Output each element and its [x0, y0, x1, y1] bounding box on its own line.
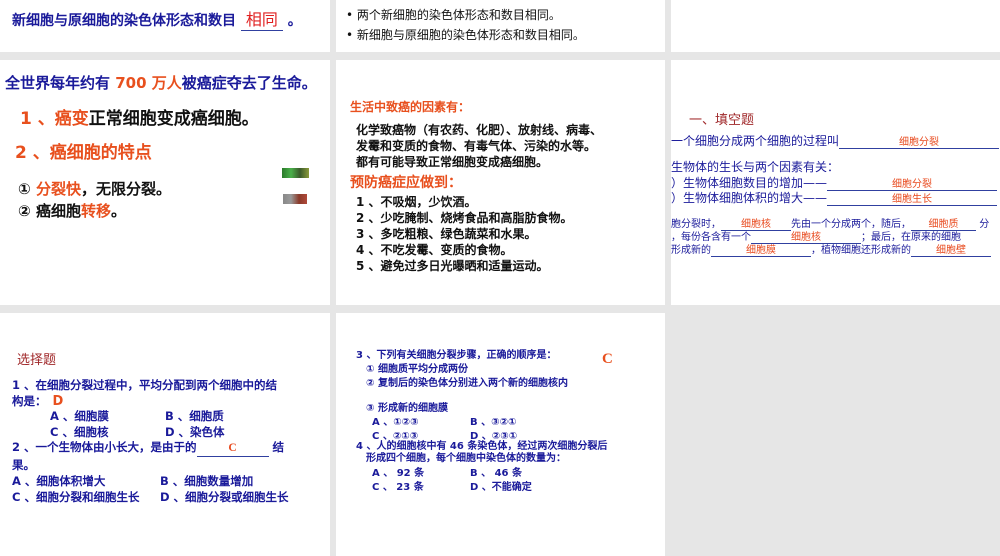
- slide-thumbnail-4[interactable]: 全世界每年约有 700 万人被癌症夺去了生命。 1 、癌变正常细胞变成癌细胞。 …: [0, 60, 330, 305]
- slide-thumbnail-8[interactable]: 3 、下列有关细胞分裂步骤，正确的顺序是： ① 细胞质平均分成两份 ② 复制后的…: [336, 313, 665, 556]
- item-2: 2 、癌细胞的特点: [15, 143, 152, 163]
- prevention-list: 1 、不吸烟，少饮酒。 2 、少吃腌制、烧烤食品和高脂肪食物。 3 、多吃粗粮、绿色…: [356, 195, 573, 273]
- slide-thumbnail-2[interactable]: • 两个新细胞的染色体形态和数目相同。 • 新细胞与原细胞的染色体形态和数目相同…: [336, 0, 665, 52]
- slide-thumbnail-7[interactable]: 选择题 1 、在细胞分裂过程中，平均分配到两个细胞中的结 构是： D A 、细胞膜…: [0, 313, 330, 556]
- question-3: 3 、下列有关细胞分裂步骤，正确的顺序是： ① 细胞质平均分成两份 ② 复制后的…: [356, 350, 568, 442]
- answer-blank: 相同: [240, 6, 283, 31]
- q1-options: A 、细胞膜 B 、细胞质 C 、细胞核 D 、染色体: [50, 409, 225, 439]
- slide-thumbnail-1[interactable]: 新细胞与原细胞的染色体形态和数目 相同 。: [0, 0, 330, 52]
- question-2: 2 、一个生物体由小长大，是由于的 C 结 果。 A 、细胞体积增大 B 、细胞数量…: [12, 440, 289, 504]
- cell-image-1: [282, 168, 309, 178]
- fill-q3-line3: 形成新的 细胞膜 ，植物细胞还形成新的 细胞壁: [671, 241, 991, 257]
- headline: 全世界每年约有 700 万人被癌症夺去了生命。: [5, 74, 317, 92]
- section-title: 一、填空题: [689, 113, 755, 128]
- bullet-2: • 新细胞与原细胞的染色体形态和数目相同。: [346, 28, 585, 42]
- cell-image-2: [283, 194, 307, 204]
- heading-prevention: 预防癌症应做到：: [350, 175, 462, 191]
- bullet-1: • 两个新细胞的染色体形态和数目相同。: [346, 8, 561, 22]
- answer-3: C: [602, 351, 613, 367]
- heading-factors: 生活中致癌的因素有：: [350, 100, 471, 114]
- question-1: 1 、在细胞分裂过程中，平均分配到两个细胞中的结 构是： D: [12, 378, 278, 409]
- feature-2: ② 癌细胞转移。: [18, 202, 126, 220]
- statement: 新细胞与原细胞的染色体形态和数目: [12, 13, 236, 29]
- slide-thumbnail-6[interactable]: 一、填空题 一个细胞分成两个细胞的过程叫 细胞分裂 生物体的生长与两个因素有关： …: [671, 60, 1000, 305]
- fill-q1: 一个细胞分成两个细胞的过程叫 细胞分裂: [671, 132, 1000, 149]
- question-4: 4 、人的细胞核中有 46 条染色体，经过两次细胞分裂后 形成四个细胞，每个细胞…: [356, 441, 608, 493]
- slide-thumbnail-3[interactable]: [671, 0, 1000, 52]
- period: 。: [287, 13, 302, 29]
- item-1: 1 、癌变正常细胞变成癌细胞。: [20, 109, 259, 129]
- answer-1: D: [52, 394, 64, 409]
- slide-thumbnail-5[interactable]: 生活中致癌的因素有： 化学致癌物（有农药、化肥）、放射线、病毒、 发霉和变质的食物…: [336, 60, 665, 305]
- factors: 化学致癌物（有农药、化肥）、放射线、病毒、 发霉和变质的食物、有毒气体、污染的水等…: [356, 123, 603, 169]
- fill-q2b: ）生物体细胞体积的增大—— 细胞生长: [671, 189, 998, 206]
- fill-q2: 生物体的生长与两个因素有关：: [671, 160, 840, 174]
- feature-1: ① 分裂快，无限分裂。: [18, 180, 171, 198]
- section-title: 选择题: [17, 353, 57, 368]
